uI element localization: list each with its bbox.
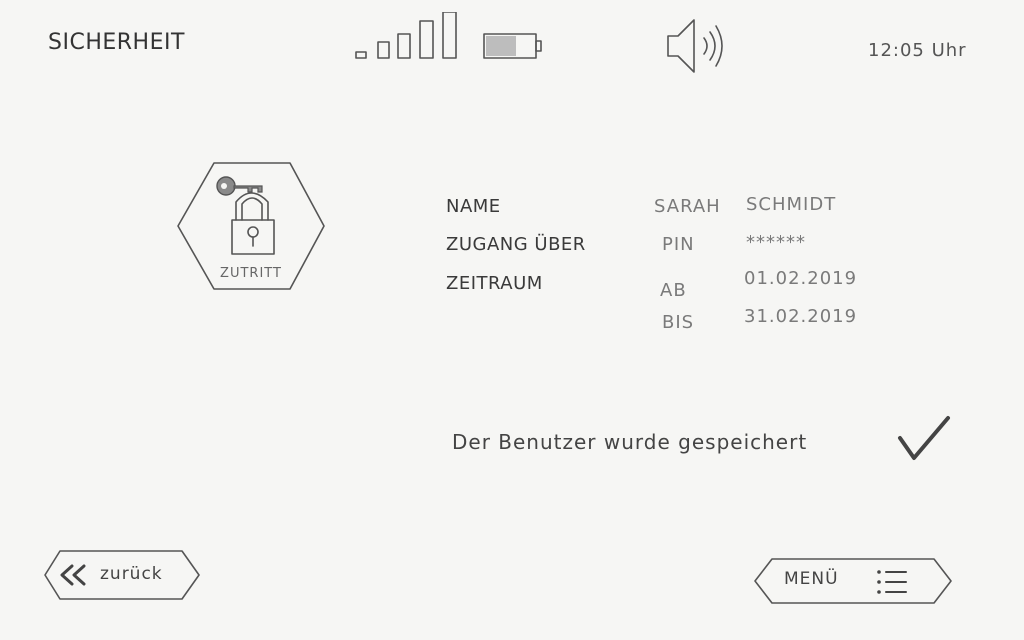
from-date-value: 01.02.2019 bbox=[744, 268, 858, 289]
page-title: SICHERHEIT bbox=[48, 30, 185, 55]
confirmation-message: Der Benutzer wurde gespeichert bbox=[452, 430, 808, 454]
menu-button-outline bbox=[754, 558, 952, 604]
first-name-value: SARAH bbox=[654, 196, 721, 217]
period-label: ZEITRAUM bbox=[446, 273, 543, 294]
signal-strength-icon bbox=[355, 12, 457, 59]
menu-button-label: MENÜ bbox=[784, 569, 839, 589]
menu-list-icon bbox=[877, 570, 907, 594]
clock-time: 12:05 Uhr bbox=[868, 40, 967, 61]
from-label: AB bbox=[660, 280, 687, 301]
battery-icon bbox=[483, 33, 542, 59]
to-date-value: 31.02.2019 bbox=[744, 306, 858, 327]
name-label: NAME bbox=[446, 196, 501, 217]
access-badge-label: ZUTRITT bbox=[220, 266, 282, 281]
menu-button[interactable]: MENÜ bbox=[752, 556, 954, 606]
access-method-value: PIN bbox=[662, 234, 695, 255]
access-badge[interactable]: ZUTRITT bbox=[176, 160, 326, 292]
back-button-label: zurück bbox=[100, 564, 163, 584]
access-method-label: ZUGANG ÜBER bbox=[446, 234, 586, 255]
to-label: BIS bbox=[662, 312, 695, 333]
last-name-value: SCHMIDT bbox=[746, 194, 837, 215]
checkmark-icon bbox=[898, 416, 950, 460]
security-screen: { "header": { "title": "SICHERHEIT", "ti… bbox=[0, 0, 1024, 640]
speaker-volume-icon[interactable] bbox=[660, 14, 730, 78]
back-button[interactable]: zurück bbox=[42, 548, 202, 602]
double-chevron-left-icon bbox=[60, 564, 86, 586]
pin-value: ****** bbox=[746, 232, 806, 253]
